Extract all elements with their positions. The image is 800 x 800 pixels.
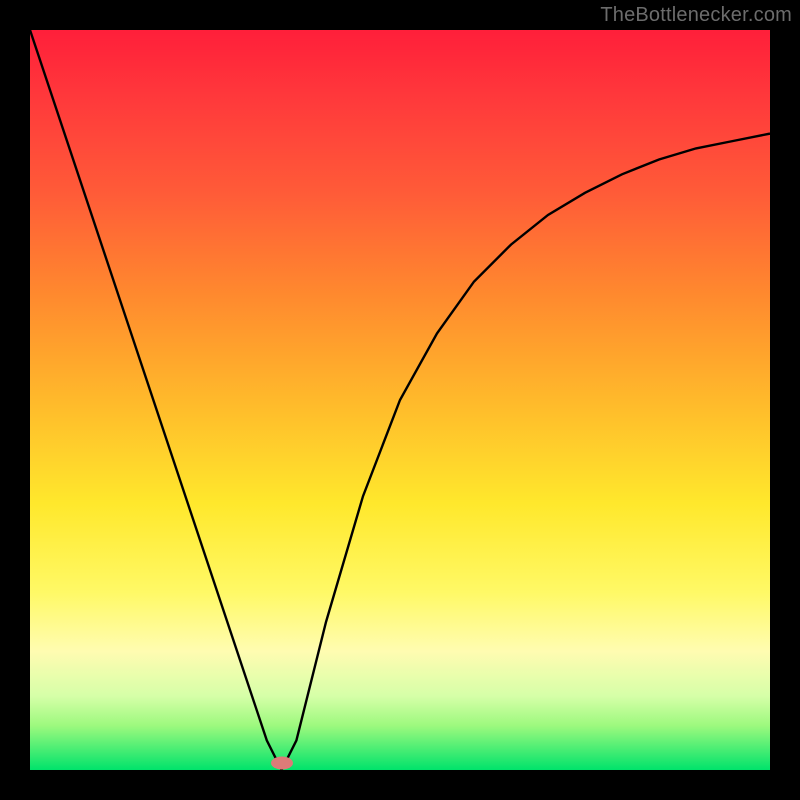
bottleneck-curve bbox=[30, 30, 770, 770]
optimal-marker bbox=[271, 756, 293, 769]
plot-area bbox=[30, 30, 770, 770]
watermark-text: TheBottlenecker.com bbox=[600, 4, 792, 27]
chart-frame: TheBottlenecker.com bbox=[0, 0, 800, 800]
curve-svg bbox=[30, 30, 770, 770]
